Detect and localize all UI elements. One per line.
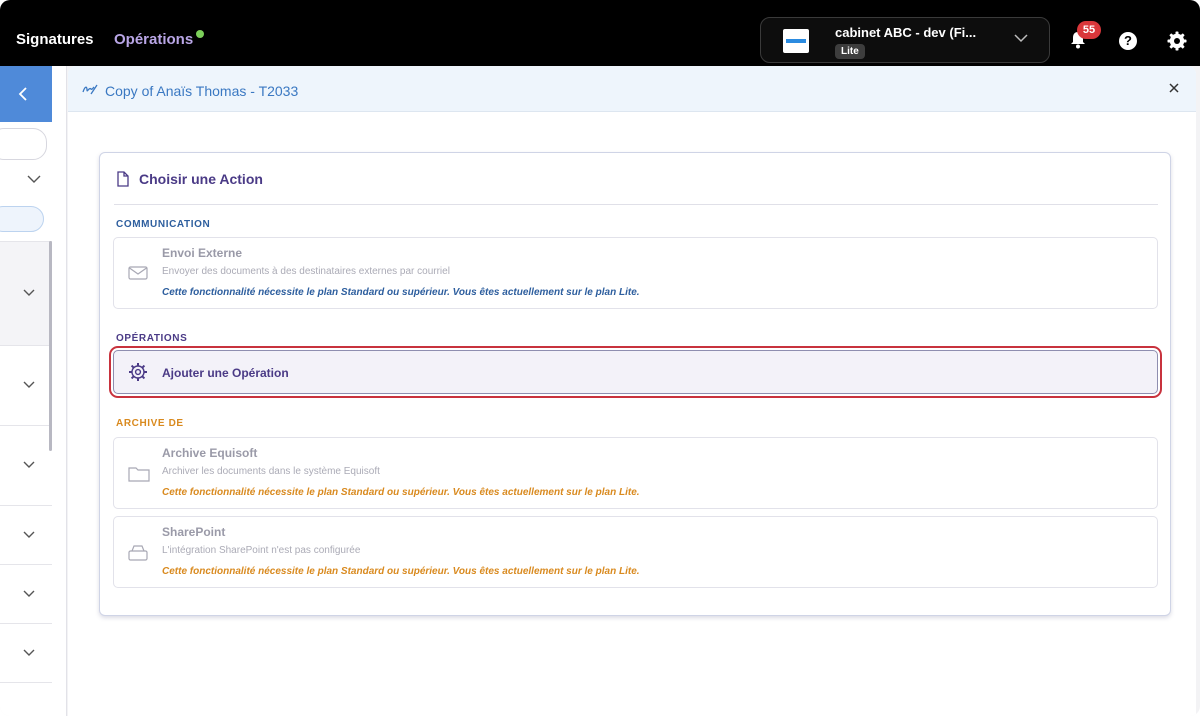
chevron-down-icon — [23, 531, 35, 538]
list-item[interactable] — [0, 241, 52, 345]
list-item[interactable] — [0, 345, 52, 425]
action-panel: Copy of Anaïs Thomas - T2033 Choisir une… — [68, 66, 1196, 716]
help-icon[interactable]: ? — [1119, 32, 1137, 50]
chevron-left-icon — [18, 87, 27, 101]
section-communication: COMMUNICATION — [116, 219, 211, 230]
section-archive: ARCHIVE DE — [116, 418, 184, 429]
list-item[interactable] — [0, 623, 52, 682]
top-navbar: Signatures Opérations cabinet ABC - dev … — [0, 0, 1200, 66]
nav-signatures[interactable]: Signatures — [16, 31, 94, 48]
sidebar-filter-pill[interactable] — [0, 206, 44, 232]
choose-action-card: Choisir une Action COMMUNICATION Envoi E… — [99, 152, 1171, 616]
account-switcher[interactable]: cabinet ABC - dev (Fi... Lite — [760, 17, 1050, 63]
sidebar-search-input[interactable] — [0, 128, 47, 160]
gear-icon[interactable] — [1167, 31, 1187, 51]
folder-icon — [128, 467, 150, 482]
chevron-down-icon[interactable] — [1013, 30, 1029, 46]
document-icon — [117, 171, 129, 187]
account-name: cabinet ABC - dev (Fi... — [835, 25, 977, 40]
close-icon[interactable] — [1167, 81, 1181, 95]
divider — [114, 204, 1158, 205]
card-title: Choisir une Action — [139, 171, 263, 187]
chevron-down-icon[interactable] — [26, 173, 42, 185]
collapse-sidebar-button[interactable] — [0, 66, 52, 122]
chevron-down-icon — [23, 649, 35, 656]
option-title: SharePoint — [162, 525, 226, 539]
gear-icon — [129, 363, 147, 381]
option-sharepoint[interactable]: SharePoint L'intégration SharePoint n'es… — [113, 516, 1158, 588]
list-item[interactable] — [0, 425, 52, 505]
option-description: Archiver les documents dans le système E… — [162, 466, 380, 477]
plan-warning: Cette fonctionnalité nécessite le plan S… — [162, 487, 640, 498]
nav-operations[interactable]: Opérations — [114, 31, 193, 48]
section-operations: OPÉRATIONS — [116, 333, 188, 344]
option-title: Archive Equisoft — [162, 446, 258, 460]
plan-badge: Lite — [835, 44, 865, 59]
list-item[interactable] — [0, 505, 52, 564]
sidebar-scrollbar[interactable] — [49, 241, 52, 451]
chevron-down-icon — [23, 590, 35, 597]
signature-icon — [82, 84, 98, 95]
left-sidebar — [0, 66, 67, 716]
panel-header: Copy of Anaïs Thomas - T2033 — [68, 66, 1196, 112]
panel-title: Copy of Anaïs Thomas - T2033 — [105, 83, 299, 99]
option-description: L'intégration SharePoint n'est pas confi… — [162, 545, 361, 556]
option-archive-equisoft[interactable]: Archive Equisoft Archiver les documents … — [113, 437, 1158, 509]
mail-icon — [128, 266, 148, 280]
option-title: Ajouter une Opération — [162, 366, 289, 380]
notification-badge: 55 — [1077, 21, 1101, 39]
list-item[interactable] — [0, 682, 52, 716]
status-dot — [196, 30, 204, 38]
plan-warning: Cette fonctionnalité nécessite le plan S… — [162, 287, 640, 298]
option-ajouter-operation[interactable]: Ajouter une Opération — [109, 346, 1162, 398]
app-frame: Signatures Opérations cabinet ABC - dev … — [0, 0, 1200, 716]
option-title: Envoi Externe — [162, 246, 243, 260]
option-description: Envoyer des documents à des destinataire… — [162, 266, 450, 277]
chevron-down-icon — [23, 381, 35, 388]
drive-icon — [128, 545, 148, 561]
chevron-down-icon — [23, 461, 35, 468]
chevron-down-icon — [23, 289, 35, 296]
plan-warning: Cette fonctionnalité nécessite le plan S… — [162, 566, 640, 577]
option-envoi-externe[interactable]: Envoi Externe Envoyer des documents à de… — [113, 237, 1158, 309]
account-logo — [783, 29, 809, 53]
list-item[interactable] — [0, 564, 52, 623]
